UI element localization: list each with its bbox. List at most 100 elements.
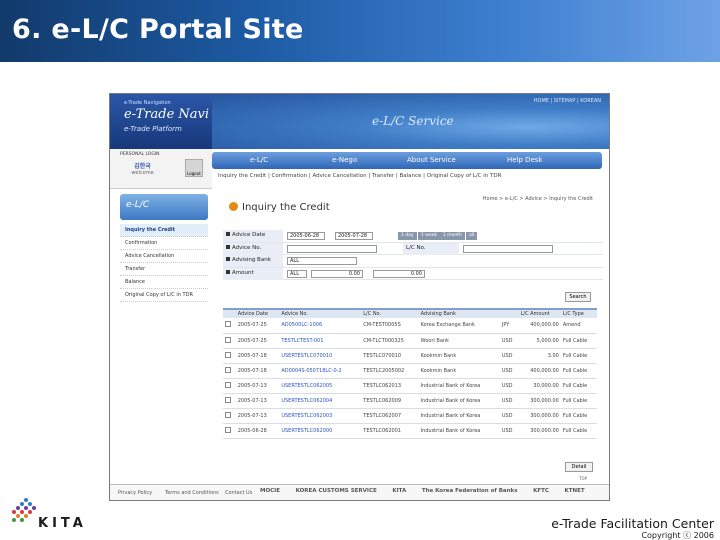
cell-check bbox=[223, 333, 236, 349]
currency-select[interactable]: ALL bbox=[287, 269, 307, 278]
quick-1day-button[interactable]: 1 day bbox=[398, 232, 417, 240]
cell-lc-no: CM-TLCT000325 bbox=[361, 333, 419, 349]
cell-currency: USD bbox=[499, 333, 519, 349]
table-row[interactable]: 2005-07-13 USERTESTLC062005 TESTLC062013 In… bbox=[223, 378, 597, 394]
row-checkbox[interactable] bbox=[225, 396, 231, 403]
left-nav-item-inquiry[interactable]: Inquiry the Credit bbox=[120, 224, 208, 237]
partner-logo-kfb[interactable]: The Korea Federation of Banks bbox=[422, 488, 518, 494]
logout-button[interactable]: Logout bbox=[185, 159, 203, 177]
cell-type: Full Cable bbox=[560, 408, 597, 424]
top-link[interactable]: TOP bbox=[579, 476, 587, 481]
quick-all-button[interactable]: all bbox=[466, 232, 478, 240]
cell-date: 2005-06-28 bbox=[235, 423, 280, 439]
footer-link-contact[interactable]: Contact Us bbox=[225, 490, 252, 496]
partner-logo-mocie[interactable]: MOCIE bbox=[260, 488, 280, 494]
col-advice-no: Advice No. bbox=[279, 308, 362, 318]
left-nav-item-transfer[interactable]: Transfer bbox=[120, 263, 208, 276]
row-checkbox[interactable] bbox=[225, 351, 231, 358]
brand-sub: e-Trade Platform bbox=[124, 125, 182, 133]
advice-no-input[interactable] bbox=[287, 244, 377, 253]
menu-item-enego[interactable]: e-Nego bbox=[332, 156, 357, 164]
row-checkbox[interactable] bbox=[225, 366, 231, 373]
partner-logo-kftc[interactable]: KFTC bbox=[533, 488, 549, 494]
bottom-caption: e-Trade Facilitation Center Copyright ⓒ … bbox=[551, 516, 714, 540]
cell-bank: Kookmin Bank bbox=[418, 363, 500, 379]
row-checkbox[interactable] bbox=[225, 381, 231, 388]
cell-bank: Industrial Bank of Korea bbox=[418, 423, 500, 439]
amount-to-input[interactable]: 0.00 bbox=[373, 269, 425, 278]
top-nav-links[interactable]: HOME | SITEMAP | KOREAN bbox=[534, 98, 601, 104]
partner-logo-customs[interactable]: KOREA CUSTOMS SERVICE bbox=[296, 488, 377, 494]
advising-bank-select[interactable]: ALL bbox=[287, 257, 357, 265]
detail-button[interactable]: Detail bbox=[565, 462, 593, 472]
partner-logo-kita[interactable]: KITA bbox=[392, 488, 406, 494]
square-bullet-icon bbox=[226, 244, 230, 249]
cell-check bbox=[223, 348, 236, 364]
cell-type: Full Cable bbox=[560, 363, 597, 379]
left-nav-item-advice-cancellation[interactable]: Advice Cancellation bbox=[120, 250, 208, 263]
amount-from-input[interactable]: 0.00 bbox=[311, 269, 363, 278]
kita-wordmark: KITA bbox=[38, 516, 87, 531]
partner-logo-ktnet[interactable]: KTNET bbox=[564, 488, 584, 494]
menu-item-about[interactable]: About Service bbox=[407, 156, 456, 164]
left-nav-item-balance[interactable]: Balance bbox=[120, 276, 208, 289]
cell-advice-no[interactable]: USERTESTLC062004 bbox=[279, 393, 362, 409]
table-row[interactable]: 2005-07-18 USERTESTLC070010 TESTLC070010 Ko… bbox=[223, 348, 597, 364]
quick-1month-button[interactable]: 1 month bbox=[440, 232, 465, 240]
row-checkbox[interactable] bbox=[225, 336, 231, 343]
date-to-input[interactable]: 2005-07-28 bbox=[335, 232, 373, 240]
brand-logo[interactable]: e-Trade Navigation e-Trade Navi e-Trade … bbox=[110, 94, 212, 149]
cell-type: Full Cable bbox=[560, 333, 597, 349]
cell-type: Full Cable bbox=[560, 393, 597, 409]
cell-amount: 3.00 bbox=[518, 348, 561, 364]
table-row[interactable]: 2005-07-13 USERTESTLC062004 TESTLC062009 In… bbox=[223, 393, 597, 409]
col-currency bbox=[499, 308, 519, 318]
footer-link-privacy[interactable]: Privacy Policy bbox=[118, 490, 152, 496]
cell-advice-no[interactable]: USERTESTLC070010 bbox=[279, 348, 362, 364]
left-nav-item-confirmation[interactable]: Confirmation bbox=[120, 237, 208, 250]
cell-date: 2005-07-18 bbox=[235, 348, 280, 364]
table-row[interactable]: 2005-07-25 AD0500LC-1006 CM-TEST0005S Korea… bbox=[223, 318, 597, 334]
cell-amount: 400,000.00 bbox=[518, 363, 561, 379]
cell-date: 2005-07-25 bbox=[235, 333, 280, 349]
cell-advice-no[interactable]: TESTLCTEST-001 bbox=[279, 333, 362, 349]
date-from-input[interactable]: 2005-06-28 bbox=[287, 232, 325, 240]
search-button[interactable]: Search bbox=[565, 292, 591, 302]
cell-amount: 400,000.00 bbox=[518, 318, 561, 334]
menu-item-help[interactable]: Help Desk bbox=[507, 156, 543, 164]
row-checkbox[interactable] bbox=[225, 411, 231, 418]
cell-currency: USD bbox=[499, 423, 519, 439]
table-row[interactable]: 2005-07-25 TESTLCTEST-001 CM-TLCT000325 Woo… bbox=[223, 333, 597, 349]
table-row[interactable]: 2005-07-13 USERTESTLC062003 TESTLC062007 In… bbox=[223, 408, 597, 424]
cell-type: Full Cable bbox=[560, 378, 597, 394]
table-body: 2005-07-25 AD0500LC-1006 CM-TEST0005S Korea… bbox=[223, 318, 597, 439]
lc-no-input[interactable] bbox=[463, 244, 553, 253]
cell-currency: USD bbox=[499, 348, 519, 364]
cell-currency: USD bbox=[499, 393, 519, 409]
footer-link-terms[interactable]: Terms and Conditions bbox=[165, 490, 219, 496]
cell-bank: Woori Bank bbox=[418, 333, 500, 349]
cell-advice-no[interactable]: USERTESTLC062005 bbox=[279, 378, 362, 394]
table-row[interactable]: 2005-06-28 USERTESTLC062000 TESTLC062001 In… bbox=[223, 423, 597, 439]
col-lc-no: L/C No. bbox=[361, 308, 419, 318]
cell-advice-no[interactable]: USERTESTLC062000 bbox=[279, 423, 362, 439]
cell-advice-no[interactable]: AD0004S-050718LC-0-2 bbox=[279, 363, 362, 379]
row-checkbox[interactable] bbox=[225, 321, 231, 328]
org-center-name: e-Trade Facilitation Center bbox=[551, 516, 714, 531]
cell-bank: Industrial Bank of Korea bbox=[418, 378, 500, 394]
menu-item-elc[interactable]: e-L/C bbox=[250, 156, 268, 164]
row-checkbox[interactable] bbox=[225, 426, 231, 433]
advising-bank-label: Advising Bank bbox=[223, 255, 283, 267]
login-id-label: PERSONAL LOGIN bbox=[120, 152, 160, 157]
cell-lc-no: TESTLC062013 bbox=[361, 378, 419, 394]
table-row[interactable]: 2005-07-18 AD0004S-050718LC-0-2 TESTLC2005… bbox=[223, 363, 597, 379]
left-nav-item-original-copy[interactable]: Original Copy of L/C in TDR bbox=[120, 289, 208, 302]
cell-advice-no[interactable]: AD0500LC-1006 bbox=[279, 318, 362, 334]
kita-mark-icon bbox=[12, 498, 36, 522]
cell-advice-no[interactable]: USERTESTLC062003 bbox=[279, 408, 362, 424]
quick-1week-button[interactable]: 1 week bbox=[418, 232, 441, 240]
cell-bank: Kookmin Bank bbox=[418, 348, 500, 364]
service-title: e-L/C Service bbox=[372, 114, 454, 128]
cell-lc-no: TESTLC2005002 bbox=[361, 363, 419, 379]
submenu[interactable]: Inquiry the Credit | Confirmation | Advi… bbox=[218, 173, 598, 179]
